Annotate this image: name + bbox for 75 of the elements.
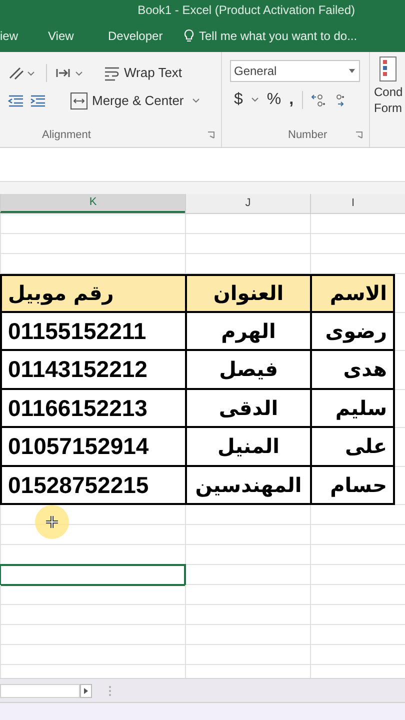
empty-cell[interactable] — [310, 545, 395, 565]
number-format-dropdown[interactable]: General — [230, 60, 360, 82]
increase-decimal-icon[interactable] — [310, 93, 325, 107]
empty-cell[interactable] — [0, 214, 185, 234]
empty-cell[interactable] — [0, 585, 185, 605]
table-cell: 01528752215 — [0, 466, 185, 505]
wrap-text-icon[interactable] — [103, 65, 121, 81]
empty-cell[interactable] — [310, 505, 395, 525]
tell-me-box[interactable]: Tell me what you want to do... — [184, 27, 403, 45]
empty-cell[interactable] — [185, 545, 310, 565]
empty-cell[interactable] — [310, 625, 395, 645]
empty-cell[interactable] — [310, 214, 395, 234]
table-cell: 01143152212 — [0, 351, 185, 390]
empty-cell[interactable] — [185, 645, 310, 665]
group-label: Number — [288, 128, 328, 143]
percent-button[interactable]: % — [266, 92, 282, 108]
window-title: Book1 - Excel (Product Activation Failed) — [138, 2, 355, 19]
table-cell: فيصل — [185, 351, 310, 390]
empty-cell[interactable] — [0, 625, 185, 645]
table-cell: رضوى — [310, 312, 395, 351]
caret-icon[interactable] — [250, 97, 259, 103]
dialog-launcher-icon[interactable] — [207, 131, 215, 139]
empty-cell[interactable] — [310, 605, 395, 625]
merge-cells-icon[interactable] — [70, 92, 88, 110]
empty-cell[interactable] — [185, 625, 310, 645]
empty-cell[interactable] — [310, 525, 395, 545]
empty-cell[interactable] — [185, 234, 310, 254]
empty-cell[interactable] — [310, 585, 395, 605]
merge-center-button[interactable]: Merge & Center — [70, 91, 200, 111]
empty-cell[interactable] — [0, 645, 185, 665]
table-cell: 01155152211 — [0, 312, 185, 351]
empty-cell[interactable] — [185, 605, 310, 625]
comma-button[interactable]: , — [289, 92, 294, 108]
table-cell: حسام — [310, 466, 395, 505]
horizontal-scrollbar[interactable] — [0, 684, 80, 698]
column-heading: الاسم — [310, 274, 395, 312]
table-cell: 01166152213 — [0, 390, 185, 428]
column-header[interactable]: K — [0, 194, 185, 213]
increase-indent-icon[interactable] — [30, 94, 46, 108]
move-cursor-icon[interactable] — [45, 515, 59, 529]
decrease-indent-icon[interactable] — [8, 94, 24, 108]
scroll-right-icon[interactable] — [80, 684, 92, 698]
table-cell: على — [310, 428, 395, 466]
column-heading: رقم موبيل — [0, 274, 185, 312]
group-label: Alignment — [42, 128, 91, 143]
table-cell: الدقى — [185, 390, 310, 428]
caret-icon[interactable] — [348, 68, 356, 74]
currency-button[interactable]: $ — [234, 92, 243, 108]
table-cell: 01057152914 — [0, 428, 185, 466]
table-cell: المهندسين — [185, 466, 310, 505]
wrap-text-button[interactable]: Wrap Text — [103, 63, 182, 83]
lightbulb-icon[interactable] — [184, 29, 194, 43]
empty-cell[interactable] — [310, 565, 395, 585]
ribbon-tab[interactable]: View — [44, 20, 104, 52]
table-cell: هدى — [310, 351, 395, 390]
table-cell: المنيل — [185, 428, 310, 466]
empty-cell[interactable] — [185, 214, 310, 234]
splitter-handle-icon[interactable] — [108, 684, 112, 696]
empty-cell[interactable] — [310, 645, 395, 665]
empty-cell[interactable] — [185, 525, 310, 545]
caret-icon[interactable] — [192, 98, 200, 104]
table-cell: الهرم — [185, 312, 310, 351]
selected-cell[interactable] — [0, 565, 185, 585]
conditional-formatting-button[interactable]: Cond Form — [370, 52, 405, 147]
column-heading: العنوان — [185, 274, 310, 312]
empty-cell[interactable] — [310, 234, 395, 254]
ribbon-tab[interactable]: iew — [0, 20, 44, 52]
table-cell: سليم — [310, 390, 395, 428]
empty-cell[interactable] — [0, 234, 185, 254]
ribbon-tab[interactable]: Developer — [104, 20, 184, 52]
empty-cell[interactable] — [0, 605, 185, 625]
column-header[interactable]: I — [310, 194, 395, 213]
dialog-launcher-icon[interactable] — [355, 131, 363, 139]
empty-cell[interactable] — [185, 505, 310, 525]
empty-cell[interactable] — [185, 585, 310, 605]
